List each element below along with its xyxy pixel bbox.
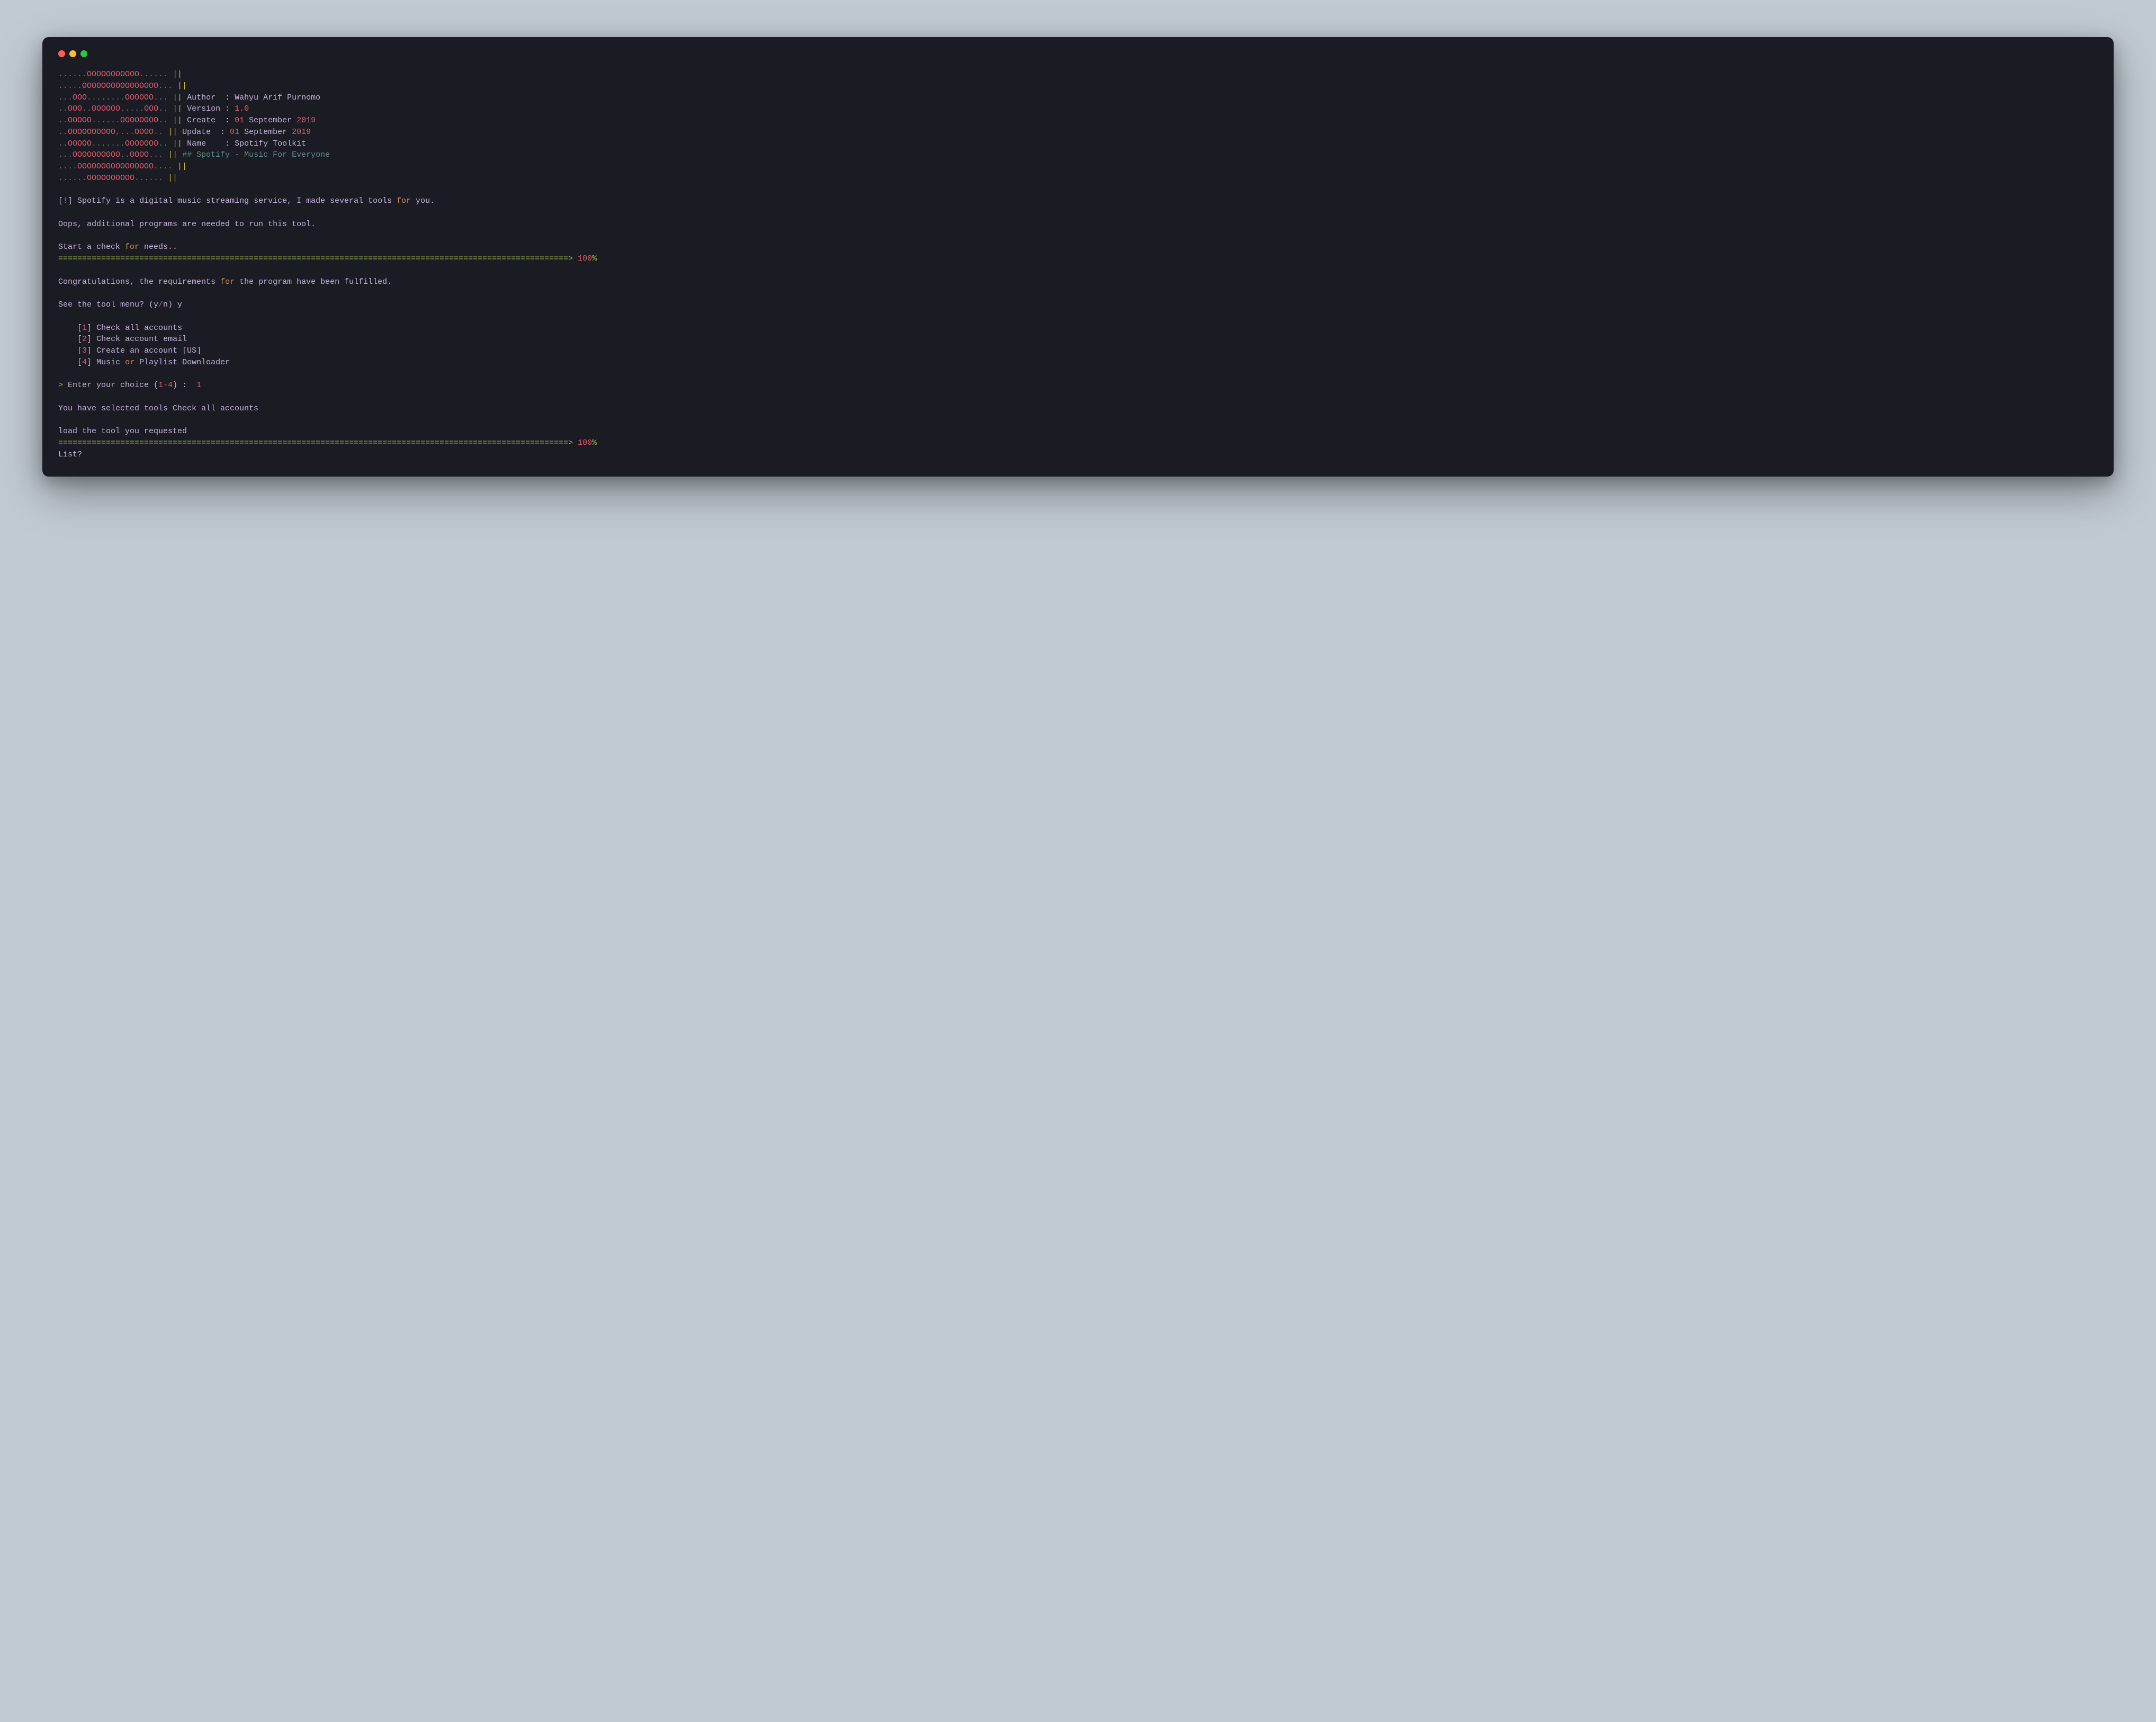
selected-line: You have selected tools Check all accoun… [58, 404, 258, 413]
author-value: Wahyu Arif Purnomo [235, 93, 320, 102]
menu-item-1[interactable]: [1] Check all accounts [77, 324, 182, 333]
terminal-window: ......OOOOOOOOOOO...... || .....OOOOOOOO… [42, 37, 2114, 477]
menu-item-4[interactable]: [4] Music or Playlist Downloader [77, 358, 230, 367]
intro-line: [!] Spotify is a digital music streaming… [58, 196, 435, 205]
start-check-line: Start a check for needs.. [58, 243, 177, 252]
author-label: Author : [187, 93, 235, 102]
menu-item-2[interactable]: [2] Check account email [77, 335, 187, 344]
window-titlebar [58, 50, 2098, 57]
update-label: Update : [182, 128, 230, 137]
minimize-icon[interactable] [69, 50, 76, 57]
terminal-output: ......OOOOOOOOOOO...... || .....OOOOOOOO… [58, 69, 2098, 461]
congrats-line: Congratulations, the requirements for th… [58, 277, 392, 286]
maximize-icon[interactable] [80, 50, 87, 57]
choice-value: 1 [196, 381, 201, 390]
name-label: Name : [187, 139, 235, 148]
load-line: load the tool you requested [58, 427, 187, 436]
menu-item-3[interactable]: [3] Create an account [US] [77, 346, 201, 355]
see-menu-prompt[interactable]: See the tool menu? (y/n) y [58, 300, 182, 309]
version-value: 1.0 [235, 104, 249, 113]
close-icon[interactable] [58, 50, 65, 57]
oops-line: Oops, additional programs are needed to … [58, 220, 316, 229]
progress-bar-2: ========================================… [58, 438, 597, 447]
list-prompt[interactable]: List? [58, 450, 82, 459]
create-label: Create : [187, 116, 235, 125]
name-value: Spotify Toolkit [235, 139, 306, 148]
tagline: ## Spotify - Music For Everyone [182, 150, 330, 159]
version-label: Version : [187, 104, 235, 113]
ascii-art: ......OOOOOOOOOOO...... || .....OOOOOOOO… [58, 70, 330, 183]
progress-bar-1: ========================================… [58, 254, 597, 263]
choice-prompt[interactable]: > Enter your choice (1-4) : 1 [58, 381, 201, 390]
